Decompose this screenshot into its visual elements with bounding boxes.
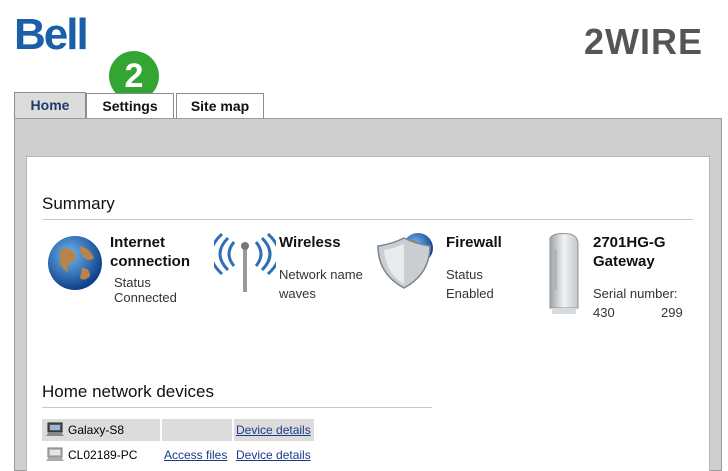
device-name-cell: Galaxy-S8 bbox=[42, 419, 160, 441]
gateway-serial-label: Serial number: bbox=[593, 286, 678, 301]
access-files-link[interactable]: Access files bbox=[164, 444, 227, 466]
device-details-link[interactable]: Device details bbox=[236, 419, 311, 441]
devices-divider bbox=[42, 407, 432, 408]
device-details-cell: Device details bbox=[234, 419, 314, 441]
bell-logo: Bell bbox=[14, 10, 89, 59]
gateway-serial-part1: 430 bbox=[593, 305, 615, 320]
tab-settings[interactable]: Settings bbox=[86, 93, 174, 118]
wireless-antenna-icon bbox=[214, 232, 276, 292]
shield-globe-icon bbox=[377, 233, 433, 289]
internet-title-line2: connection bbox=[110, 253, 191, 270]
tab-site-map[interactable]: Site map bbox=[176, 93, 264, 118]
gateway-serial-part2: 299 bbox=[661, 305, 683, 320]
device-details-cell: Device details bbox=[234, 444, 314, 466]
firewall-title: Firewall bbox=[446, 234, 502, 251]
gateway-title-line2: Gateway bbox=[593, 253, 655, 270]
gateway-device-icon bbox=[549, 233, 579, 314]
device-row: CL02189-PC Access files Device details bbox=[42, 444, 314, 466]
svg-text:2WIRE: 2WIRE bbox=[584, 21, 703, 60]
firewall-status-label: Status bbox=[446, 267, 483, 282]
access-files-cell bbox=[162, 419, 232, 441]
device-details-link[interactable]: Device details bbox=[236, 444, 311, 466]
gateway-title-line1: 2701HG-G bbox=[593, 234, 666, 251]
firewall-status-value: Enabled bbox=[446, 286, 494, 301]
device-row: Galaxy-S8 Device details bbox=[42, 419, 314, 441]
devices-heading: Home network devices bbox=[42, 382, 214, 401]
internet-title-line1: Internet bbox=[110, 234, 166, 251]
device-name: CL02189-PC bbox=[68, 448, 138, 462]
computer-icon bbox=[46, 447, 64, 461]
device-name: Galaxy-S8 bbox=[68, 423, 125, 437]
internet-status-value: Connected bbox=[114, 290, 177, 305]
computer-icon bbox=[46, 422, 64, 436]
summary-heading: Summary bbox=[42, 194, 115, 213]
device-name-cell: CL02189-PC bbox=[42, 444, 160, 466]
2wire-logo: 2WIRE bbox=[584, 21, 703, 60]
wireless-network-label: Network name bbox=[279, 267, 363, 282]
tab-home[interactable]: Home bbox=[14, 92, 86, 119]
summary-divider bbox=[42, 219, 693, 220]
wireless-title: Wireless bbox=[279, 234, 341, 251]
wireless-network-value: waves bbox=[279, 286, 316, 301]
globe-icon bbox=[48, 236, 102, 290]
access-files-cell: Access files bbox=[162, 444, 232, 466]
